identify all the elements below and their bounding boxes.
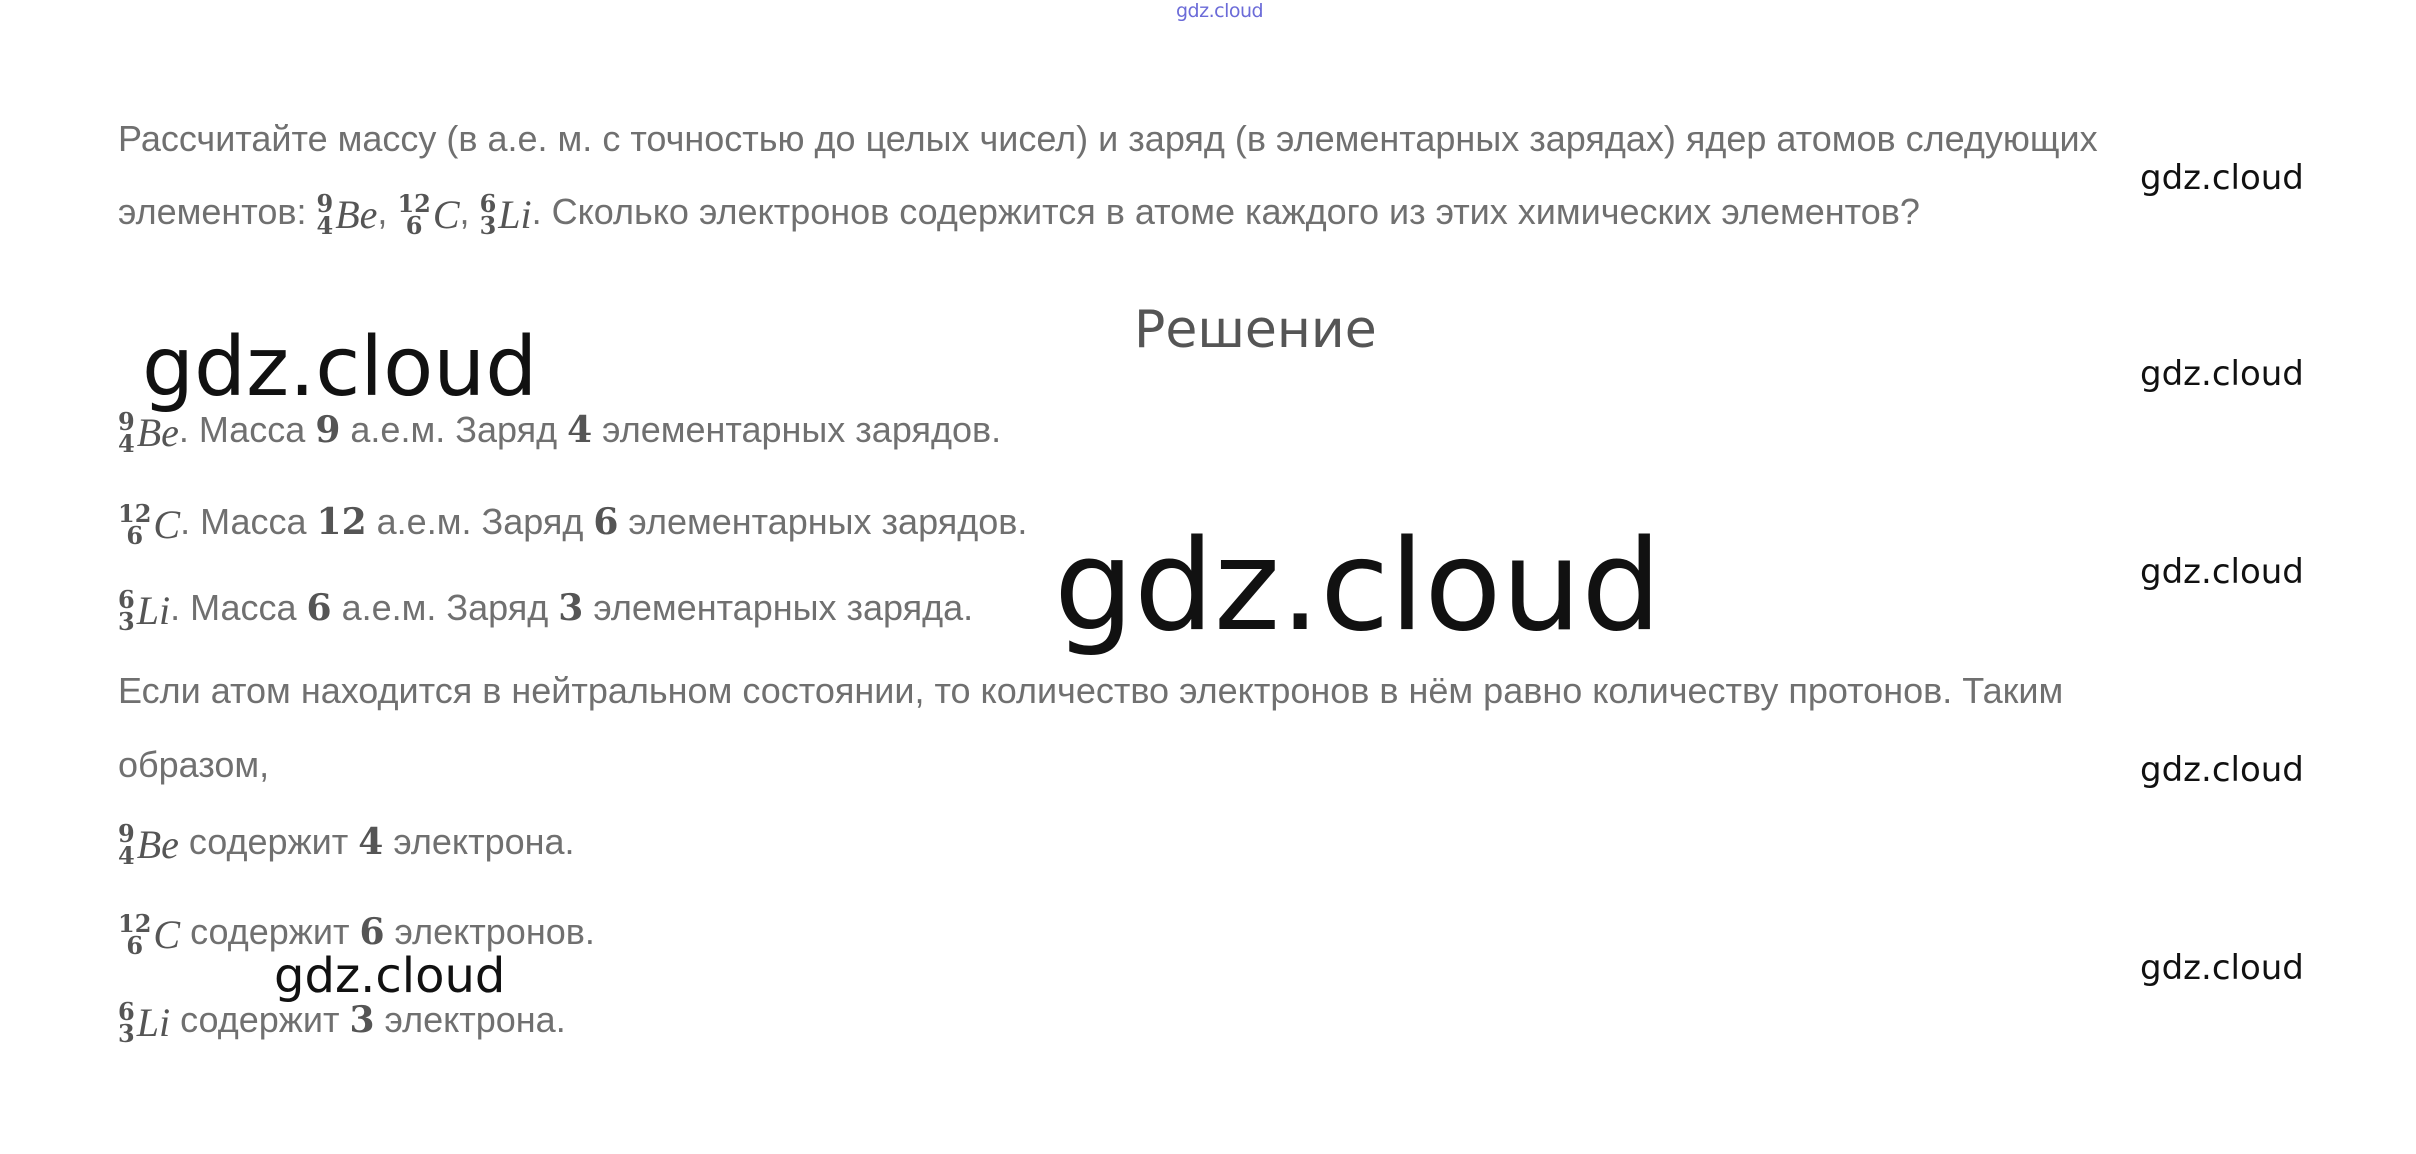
row-text: а.е.м. Заряд [340,409,568,450]
charge-value: 4 [567,409,593,451]
row-text: электронов. [384,911,595,952]
atomic-number: 6 [126,931,144,960]
row-text: а.е.м. Заряд [366,501,594,542]
atomic-number: 3 [479,211,497,240]
row-text: . Масса [178,409,316,450]
isotope-be: 9 4 Be [316,192,378,240]
row-text: электрона. [383,821,575,862]
separator: , [459,191,470,232]
mass-value: 9 [315,409,341,451]
element-symbol: Li [136,1000,171,1045]
isotope-li: 6 3 Li [479,192,532,240]
electrons-row-li: 6 3 Li содержит 3 электрона. [118,999,566,1048]
row-text: содержит [170,999,350,1040]
watermark: gdz.cloud [2140,158,2304,198]
atomic-number: 6 [126,521,144,550]
isotope-li: 6 3 Li [118,588,171,636]
atomic-number: 3 [118,607,135,636]
element-symbol: Be [335,192,378,237]
mass-value: 6 [306,587,332,629]
solution-row-be: 9 4 Be. Масса 9 а.е.м. Заряд 4 элементарны… [118,409,1002,458]
row-text: . Масса [170,587,307,628]
atomic-number: 4 [316,211,334,240]
watermark-large: gdz.cloud [142,320,538,415]
isotope-c: 12 6 C [118,502,181,550]
atomic-number: 4 [118,841,135,870]
row-text: элементарных зарядов. [592,409,1002,450]
atomic-number: 6 [405,211,423,240]
task-line-2: элементов: 9 4 Be, 12 6 C, 6 3 Li. Сколько эле… [118,191,1920,240]
electrons-row-be: 9 4 Be содержит 4 электрона. [118,821,575,870]
element-symbol: C [432,192,460,237]
charge-value: 6 [593,501,619,543]
isotope-c: 12 6 C [118,912,181,960]
element-symbol: Li [136,588,171,633]
explanation-line-1: Если атом находится в нейтральном состоя… [118,670,2064,711]
row-text: электрона. [374,999,566,1040]
solution-row-c: 12 6 C. Масса 12 а.е.м. Заряд 6 элементарн… [118,501,1028,550]
charge-value: 3 [558,587,584,629]
isotope-be: 9 4 Be [118,410,179,458]
electron-count: 3 [349,999,375,1041]
row-text: элементарных заряда. [583,587,974,628]
task-line-1: Рассчитайте массу (в а.е. м. с точностью… [118,118,2098,159]
task-suffix: . Сколько электронов содержится в атоме … [531,191,1920,232]
watermark: gdz.cloud [2140,354,2304,394]
element-symbol: Li [498,192,532,237]
solution-title: Решение [1134,300,1377,360]
element-symbol: C [153,912,181,957]
separator: , [377,191,388,232]
row-text: элементарных зарядов. [618,501,1028,542]
isotope-li: 6 3 Li [118,1000,171,1048]
atomic-number: 4 [118,429,135,458]
row-text: а.е.м. Заряд [331,587,559,628]
atomic-number: 3 [118,1019,135,1048]
element-symbol: Be [136,410,179,455]
row-text: содержит [180,911,360,952]
task-prefix: элементов: [118,191,307,232]
isotope-be: 9 4 Be [118,822,179,870]
watermark-center: gdz.cloud [1054,512,1662,659]
watermark: gdz.cloud [2140,552,2304,592]
header-watermark: gdz.cloud [1176,0,1264,22]
solution-row-li: 6 3 Li. Масса 6 а.е.м. Заряд 3 элементарны… [118,587,974,636]
watermark: gdz.cloud [2140,750,2304,790]
element-symbol: C [153,502,181,547]
electron-count: 4 [358,821,384,863]
mass-value: 12 [316,501,367,543]
electron-count: 6 [359,911,385,953]
explanation-line-2: образом, [118,744,270,785]
row-text: содержит [178,821,359,862]
row-text: . Масса [180,501,317,542]
watermark-lower: gdz.cloud [274,948,506,1004]
element-symbol: Be [136,822,179,867]
isotope-c: 12 6 C [397,192,460,240]
watermark: gdz.cloud [2140,948,2304,988]
